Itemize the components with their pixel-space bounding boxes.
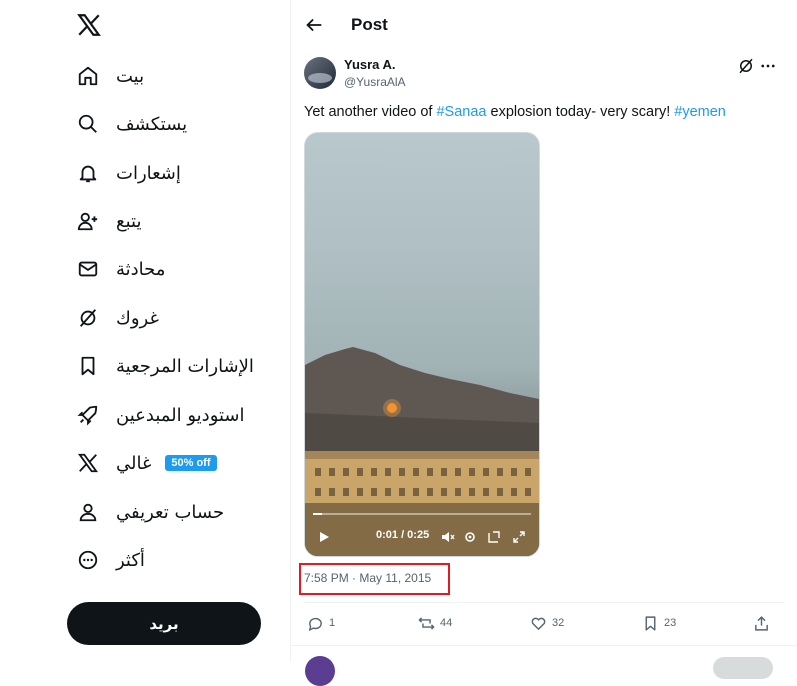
video-time: 0:01 / 0:25	[376, 529, 430, 541]
hashtag-link[interactable]: #Sanaa	[436, 104, 486, 120]
x-logo-icon[interactable]	[76, 12, 102, 38]
reply-count: 1	[329, 617, 336, 629]
mail-icon	[76, 257, 100, 281]
sidebar: بيت يستكشف إشعارات يتبع محادثة غروك الإش…	[0, 0, 291, 662]
reply-avatar[interactable]	[305, 656, 335, 686]
more-circle-icon	[76, 548, 100, 572]
grok-icon	[76, 306, 100, 330]
follow-icon	[76, 209, 100, 233]
author-handle[interactable]: @YusraAlA	[344, 75, 406, 89]
divider	[304, 602, 784, 603]
sidebar-item-label: يستكشف	[116, 113, 188, 135]
sidebar-item-label: غروك	[116, 307, 159, 329]
sidebar-item-label: محادثة	[116, 258, 166, 280]
bookmark-button[interactable]: 23	[642, 613, 676, 633]
author-name[interactable]: Yusra A.	[344, 57, 396, 72]
tweet-text-part: Yet another video of	[304, 104, 437, 120]
fullscreen-icon[interactable]	[512, 530, 526, 544]
sidebar-item-label: حساب تعريفي	[116, 501, 225, 523]
share-button[interactable]	[753, 613, 775, 633]
settings-gear-icon[interactable]	[463, 530, 477, 544]
video-progress-track[interactable]	[313, 513, 531, 515]
sidebar-item-label: بيت	[116, 65, 145, 87]
video-frame	[305, 347, 539, 556]
page-header: Post	[291, 0, 797, 50]
repost-button[interactable]: 44	[418, 613, 452, 633]
divider	[291, 645, 797, 646]
share-icon	[755, 615, 768, 631]
page-title: Post	[351, 15, 388, 34]
search-icon	[76, 112, 100, 136]
sidebar-item-explore[interactable]: يستكشف	[70, 104, 187, 144]
heart-icon	[531, 617, 546, 630]
like-count: 32	[552, 617, 565, 629]
repost-icon	[418, 616, 435, 630]
sidebar-item-label: الإشارات المرجعية	[116, 355, 254, 377]
tweet-text: Yet another video of #Sanaa explosion to…	[304, 104, 726, 120]
sidebar-item-follow[interactable]: يتبع	[70, 201, 141, 241]
sidebar-item-grok[interactable]: غروك	[70, 298, 159, 338]
sidebar-item-notifications[interactable]: إشعارات	[70, 153, 181, 193]
video-progress-fill	[313, 513, 322, 515]
video-player[interactable]: 0:01 / 0:25	[304, 132, 540, 557]
main-column: Post Yusra A. @YusraAlA Yet another vide…	[291, 0, 797, 686]
repost-count: 44	[440, 617, 453, 629]
grok-icon[interactable]	[737, 57, 755, 75]
post-button[interactable]: بريد	[67, 602, 261, 645]
sidebar-item-premium[interactable]: غالي 50% off	[70, 443, 217, 483]
more-horizontal-icon[interactable]	[759, 57, 777, 75]
x-logo-icon	[76, 451, 100, 475]
like-button[interactable]: 32	[530, 613, 564, 633]
play-icon[interactable]	[317, 530, 331, 544]
sidebar-item-bookmarks[interactable]: الإشارات المرجعية	[70, 346, 254, 386]
mute-icon[interactable]	[441, 530, 455, 544]
rocket-icon	[76, 403, 100, 427]
discount-badge: 50% off	[165, 455, 217, 471]
avatar[interactable]	[304, 57, 336, 89]
sidebar-item-label: إشعارات	[116, 162, 181, 184]
back-arrow-icon[interactable]	[303, 14, 325, 36]
reply-button-placeholder[interactable]	[713, 657, 773, 679]
person-icon	[76, 500, 100, 524]
sidebar-item-home[interactable]: بيت	[70, 56, 144, 96]
sidebar-item-label: أكثر	[116, 549, 145, 571]
sidebar-item-more[interactable]: أكثر	[70, 540, 145, 580]
hashtag-link[interactable]: #yemen	[674, 104, 726, 120]
tweet-timestamp[interactable]: 7:58 PM · May 11, 2015	[304, 571, 431, 585]
reply-icon	[308, 617, 322, 631]
home-icon	[76, 64, 100, 88]
picture-in-picture-icon[interactable]	[487, 530, 501, 544]
sidebar-item-label: استوديو المبدعين	[116, 404, 245, 426]
bookmark-count: 23	[664, 617, 677, 629]
sidebar-item-creator-studio[interactable]: استوديو المبدعين	[70, 395, 245, 435]
sidebar-item-profile[interactable]: حساب تعريفي	[70, 492, 224, 532]
tweet-text-part: explosion today- very scary!	[486, 104, 675, 120]
bookmark-icon	[76, 354, 100, 378]
reply-button[interactable]: 1	[307, 613, 335, 633]
sidebar-item-messages[interactable]: محادثة	[70, 249, 165, 289]
sidebar-item-label: يتبع	[116, 210, 142, 232]
bell-icon	[76, 161, 100, 185]
bookmark-icon	[645, 615, 656, 631]
sidebar-item-label: غالي	[116, 452, 152, 474]
